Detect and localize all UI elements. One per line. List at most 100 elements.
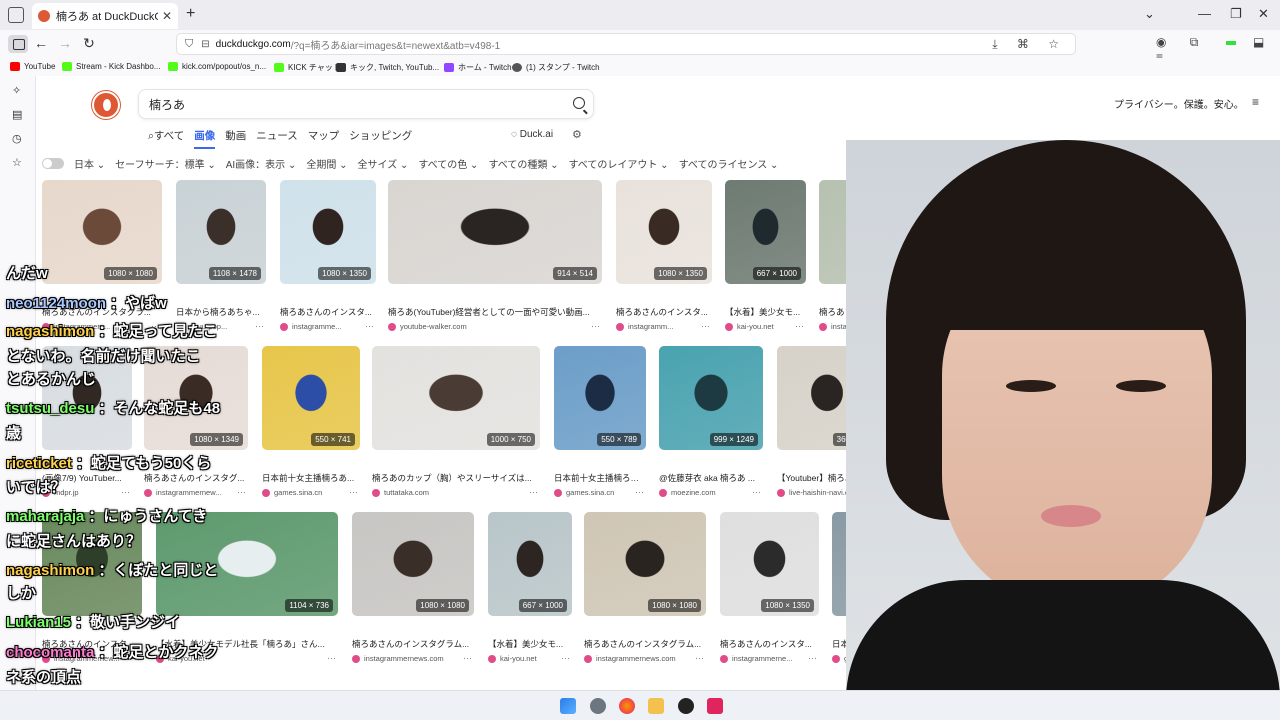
result-thumbnail[interactable]: 1080 × 1350 <box>616 180 712 284</box>
ai-sparkle-icon[interactable]: ✧ <box>12 84 21 97</box>
tab-overflow-icon[interactable]: ⌄ <box>1144 6 1155 22</box>
result-caption[interactable]: 【水着】美少女モ... <box>488 638 572 650</box>
result-thumbnail[interactable]: 667 × 1000 <box>725 180 806 284</box>
more-options-icon[interactable]: ··· <box>365 321 374 331</box>
result-thumbnail[interactable]: 667 × 1000 <box>488 512 572 616</box>
forward-icon[interactable]: → <box>56 35 74 51</box>
filter-license[interactable]: すべてのライセンス ⌄ <box>679 156 779 171</box>
minimize-button[interactable]: — <box>1198 6 1211 21</box>
star-icon[interactable]: ☆ <box>12 156 22 169</box>
result-caption[interactable]: 日本前十女主播楠ろあ... <box>262 472 360 484</box>
url-bar[interactable]: ⛉ ⊟ duckduckgo.com /?q=楠ろあ&iar=images&t=… <box>176 33 1076 55</box>
result-thumbnail[interactable]: 999 × 1249 <box>659 346 763 450</box>
result-caption[interactable]: 楠ろあさんのインスタ... <box>280 306 376 318</box>
more-options-icon[interactable]: ··· <box>327 653 336 663</box>
result-source-link[interactable]: instagrammernew... <box>144 488 234 497</box>
result-caption[interactable]: 楠ろあさんのインスタグラム... <box>584 638 706 650</box>
result-thumbnail[interactable]: 1080 × 1350 <box>280 180 376 284</box>
lock-icon[interactable]: ⊟ <box>201 39 209 50</box>
more-options-icon[interactable]: ··· <box>463 653 472 663</box>
tab-images[interactable]: 画像 <box>194 128 216 149</box>
result-thumbnail[interactable]: 1080 × 1080 <box>584 512 706 616</box>
more-options-icon[interactable]: ··· <box>561 653 570 663</box>
result-thumbnail[interactable]: 1000 × 750 <box>372 346 540 450</box>
obs-icon[interactable] <box>678 698 694 714</box>
result-caption[interactable]: (画像7/9) YouTuber... <box>42 472 132 484</box>
more-options-icon[interactable]: ··· <box>701 321 710 331</box>
result-source-link[interactable]: instagrammernews.com <box>584 654 692 663</box>
result-thumbnail[interactable] <box>42 346 132 450</box>
filter-ai-images[interactable]: AI画像：表示 ⌄ <box>226 156 297 171</box>
gear-icon[interactable]: ⚙ <box>572 128 582 141</box>
more-options-icon[interactable]: ··· <box>695 653 704 663</box>
more-options-icon[interactable]: ··· <box>151 321 160 331</box>
filter-size[interactable]: 全サイズ ⌄ <box>358 156 409 171</box>
result-caption[interactable]: 楠ろあさんのインスタ... <box>42 638 142 650</box>
bookmark-twitch-home[interactable]: ホーム - Twitch <box>444 62 512 73</box>
tab-maps[interactable]: マップ <box>308 128 340 149</box>
result-thumbnail[interactable]: 550 × 741 <box>262 346 360 450</box>
reload-icon[interactable]: ↻ <box>80 35 98 52</box>
result-source-link[interactable]: instagrammernew... <box>42 654 128 663</box>
shield-icon[interactable]: ⛉ <box>185 38 193 51</box>
result-caption[interactable]: 楠ろあ(YouTuber)経営者としての一面や可愛い動画... <box>388 306 602 318</box>
bookmark-kick-chat[interactable]: KICK チャット <box>274 62 341 73</box>
more-options-icon[interactable]: ··· <box>529 487 538 497</box>
more-options-icon[interactable]: ··· <box>237 487 246 497</box>
more-options-icon[interactable]: ··· <box>795 321 804 331</box>
result-thumbnail[interactable]: 1104 × 736 <box>156 512 338 616</box>
search-input[interactable]: 楠ろあ <box>138 89 594 119</box>
result-source-link[interactable]: instagramm... <box>616 322 698 331</box>
filter-color[interactable]: すべての色 ⌄ <box>418 156 478 171</box>
result-thumbnail[interactable]: 1080 × 1080 <box>352 512 474 616</box>
result-thumbnail[interactable]: 914 × 514 <box>388 180 602 284</box>
duckduckgo-logo-icon[interactable] <box>92 91 120 119</box>
more-options-icon[interactable]: ··· <box>591 321 600 331</box>
filter-safesearch[interactable]: セーフサーチ：標準 ⌄ <box>115 156 216 171</box>
result-thumbnail[interactable]: 1080 × 1349 <box>144 346 248 450</box>
result-source-link[interactable]: pikuu-pop... <box>176 322 252 331</box>
bookmark-multi-chat[interactable]: キック, Twitch, YouTub... <box>336 62 439 73</box>
url-action-icons[interactable]: ⤓ ⌘ ☆ <box>992 37 1067 52</box>
bookmark-twitch-stamp[interactable]: (1) スタンプ - Twitch <box>512 62 600 73</box>
result-source-link[interactable]: instagrammern... <box>42 322 148 331</box>
result-source-link[interactable]: instagrammernews.com <box>352 654 460 663</box>
result-source-link[interactable]: mdpr.jp <box>42 488 118 497</box>
result-caption[interactable]: 楠ろあさんのインスタ... <box>616 306 712 318</box>
result-source-link[interactable]: instagrammerne... <box>720 654 805 663</box>
duck-ai-link[interactable]: ◌ Duck.ai <box>511 129 553 140</box>
back-icon[interactable]: ← <box>32 35 50 51</box>
bookmark-kick-dashboard[interactable]: Stream - Kick Dashbo... <box>62 62 160 71</box>
result-source-link[interactable]: games.sina.cn <box>262 488 346 497</box>
filter-type[interactable]: すべての種類 ⌄ <box>488 156 558 171</box>
more-options-icon[interactable]: ··· <box>808 653 817 663</box>
firefox-icon[interactable] <box>619 698 635 714</box>
more-options-icon[interactable]: ··· <box>752 487 761 497</box>
windows-start-icon[interactable] <box>560 698 576 714</box>
result-source-link[interactable]: tuttataka.com <box>372 488 526 497</box>
result-source-link[interactable]: kai-you.net <box>488 654 558 663</box>
sidebar-icon[interactable] <box>8 35 28 53</box>
settings-icon[interactable] <box>590 698 606 714</box>
region-toggle[interactable] <box>42 158 64 169</box>
result-source-link[interactable]: games.sina.cn <box>554 488 632 497</box>
new-tab-button[interactable]: + <box>186 5 195 23</box>
result-caption[interactable]: 【水着】美少女モデル社長「楠ろあ」さん... <box>156 638 338 650</box>
result-source-link[interactable]: youtube-walker.com <box>388 322 588 331</box>
result-thumbnail[interactable]: 550 × 789 <box>554 346 646 450</box>
tab-news[interactable]: ニュース <box>256 128 297 149</box>
result-caption[interactable]: 楠ろあさんのインスタ... <box>720 638 819 650</box>
result-caption[interactable]: 楠ろあさんのインスタグ... <box>144 472 248 484</box>
tab-duckduckgo[interactable]: 楠ろあ at DuckDuckGo ✕ <box>32 3 178 29</box>
more-options-icon[interactable]: ··· <box>349 487 358 497</box>
tab-list-icon[interactable] <box>8 7 24 23</box>
result-caption[interactable]: 日本から楠ろあちゃ... <box>176 306 266 318</box>
result-source-link[interactable]: kai-you.net <box>725 322 792 331</box>
result-caption[interactable]: 日本前十女主播楠ろあ... <box>554 472 646 484</box>
result-thumbnail[interactable] <box>42 512 142 616</box>
result-caption[interactable]: @佐藤芽衣 aka 楠ろあ ... <box>659 472 763 484</box>
app-icon[interactable] <box>707 698 723 714</box>
result-thumbnail[interactable]: 1080 × 1350 <box>720 512 819 616</box>
tab-close-icon[interactable]: ✕ <box>162 9 172 23</box>
bookmark-kick-popout[interactable]: kick.com/popout/os_n... <box>168 62 266 71</box>
